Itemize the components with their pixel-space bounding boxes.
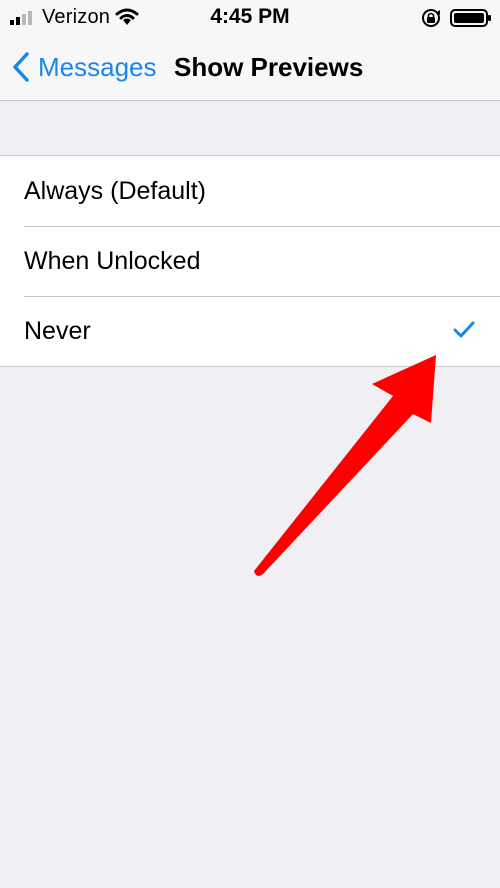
option-always[interactable]: Always (Default) xyxy=(0,156,500,226)
option-never[interactable]: Never xyxy=(0,296,500,366)
option-label: When Unlocked xyxy=(24,246,201,275)
chevron-left-icon xyxy=(13,52,29,82)
option-when-unlocked[interactable]: When Unlocked xyxy=(0,226,500,296)
rotation-lock-icon xyxy=(422,9,440,27)
navigation-bar: Messages Show Previews xyxy=(0,40,500,101)
battery-icon xyxy=(450,9,491,27)
option-label: Always (Default) xyxy=(24,176,206,205)
option-label: Never xyxy=(24,316,91,345)
checkmark-icon xyxy=(453,321,475,338)
preview-options-list: Always (Default) When Unlocked Never xyxy=(0,155,500,367)
page-title: Show Previews xyxy=(174,52,364,82)
back-button[interactable]: Messages xyxy=(12,49,157,85)
status-bar: Verizon 4:45 PM xyxy=(0,0,500,40)
back-label: Messages xyxy=(38,51,157,82)
red-arrow-annotation xyxy=(254,355,436,576)
